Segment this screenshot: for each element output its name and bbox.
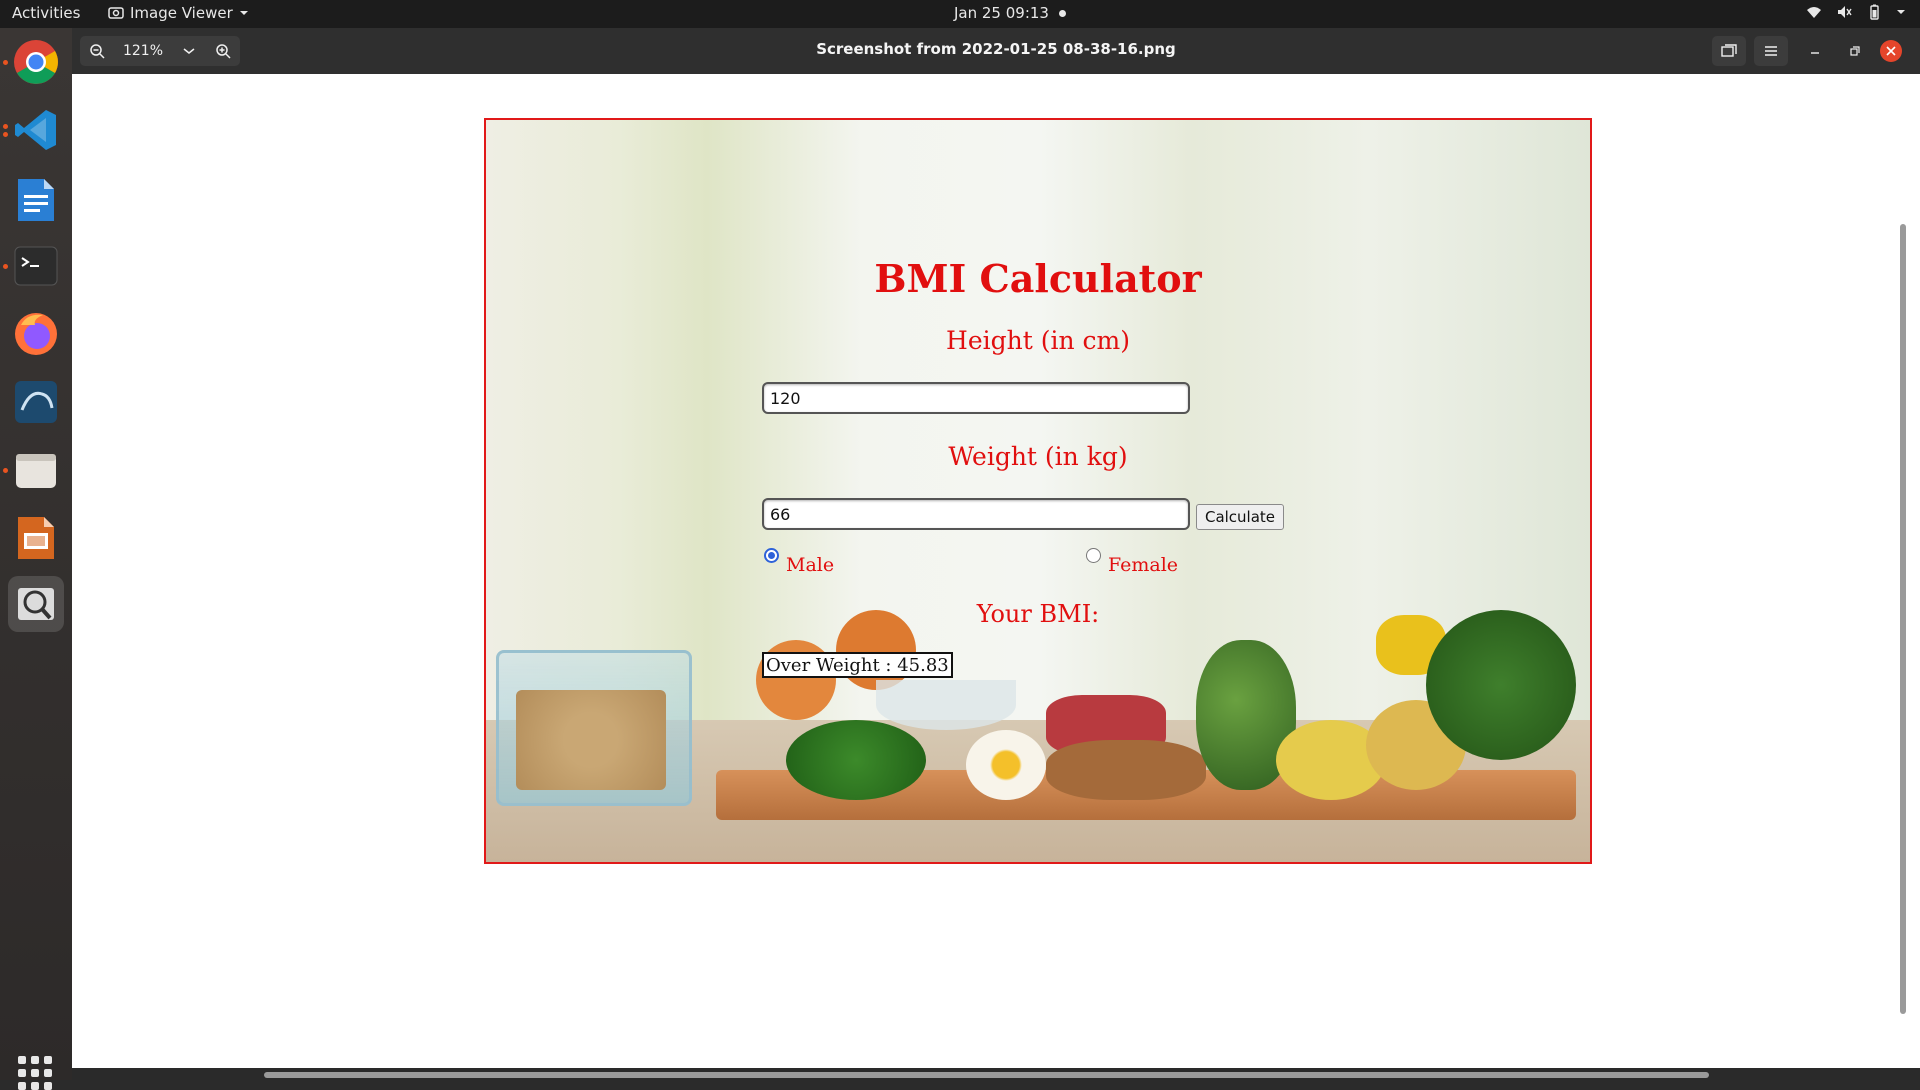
height-label: Height (in cm) bbox=[946, 326, 1130, 355]
image-canvas[interactable]: BMI Calculator Height (in cm) 120 Weight… bbox=[72, 74, 1908, 1080]
window-title: Screenshot from 2022-01-25 08-38-16.png bbox=[816, 40, 1176, 58]
dock-item-impress[interactable] bbox=[8, 510, 64, 566]
image-viewer-window: 121% Screenshot from 2022-01-25 08-38-16… bbox=[72, 28, 1920, 1080]
app-menu-label: Image Viewer bbox=[130, 4, 233, 22]
dock-item-image-viewer[interactable] bbox=[8, 576, 64, 632]
writer-icon bbox=[18, 179, 54, 221]
bmi-result: Over Weight : 45.83 bbox=[762, 652, 953, 678]
weight-input[interactable]: 66 bbox=[762, 498, 1190, 530]
minimize-button[interactable] bbox=[1802, 36, 1828, 66]
dock-item-mysql-workbench[interactable] bbox=[8, 374, 64, 430]
files-icon bbox=[16, 454, 56, 488]
system-tray[interactable] bbox=[1806, 4, 1906, 20]
chrome-icon bbox=[14, 40, 58, 84]
bmi-page: BMI Calculator Height (in cm) 120 Weight… bbox=[486, 120, 1590, 862]
male-radio[interactable] bbox=[764, 548, 779, 563]
clock-label: Jan 25 09:13 bbox=[954, 4, 1049, 22]
hamburger-menu-icon bbox=[1765, 46, 1777, 56]
maximize-button[interactable] bbox=[1842, 36, 1868, 66]
displayed-screenshot: BMI Calculator Height (in cm) 120 Weight… bbox=[484, 118, 1592, 864]
page-title: BMI Calculator bbox=[874, 256, 1202, 301]
dock-item-chrome[interactable] bbox=[8, 34, 64, 90]
app-menu[interactable]: Image Viewer bbox=[108, 4, 249, 22]
female-label: Female bbox=[1108, 554, 1179, 576]
top-bar: Activities Image Viewer Jan 25 09:13 bbox=[0, 0, 1920, 28]
close-icon bbox=[1886, 46, 1896, 56]
restore-icon bbox=[1850, 46, 1860, 56]
dock-item-terminal[interactable] bbox=[8, 238, 64, 294]
firefox-icon bbox=[15, 313, 57, 355]
notification-dot-icon bbox=[1058, 9, 1066, 17]
vscode-icon bbox=[15, 110, 56, 150]
show-applications-icon[interactable] bbox=[18, 1056, 52, 1090]
dock-item-vscode[interactable] bbox=[8, 102, 64, 158]
dock-item-firefox[interactable] bbox=[8, 306, 64, 362]
battery-icon bbox=[1870, 4, 1879, 20]
activities-button[interactable]: Activities bbox=[12, 4, 80, 22]
header-bar: 121% Screenshot from 2022-01-25 08-38-16… bbox=[72, 28, 1920, 74]
weight-label: Weight (in kg) bbox=[948, 442, 1128, 471]
chevron-down-icon bbox=[1897, 10, 1905, 14]
image-viewer-app-icon bbox=[108, 7, 124, 19]
wifi-icon bbox=[1807, 7, 1821, 18]
menu-button[interactable] bbox=[1754, 36, 1788, 66]
fullscreen-icon bbox=[1721, 44, 1737, 57]
close-button[interactable] bbox=[1880, 40, 1902, 62]
terminal-icon bbox=[14, 246, 58, 286]
dock bbox=[0, 28, 72, 1090]
clock[interactable]: Jan 25 09:13 bbox=[954, 4, 1066, 22]
image-viewer-icon bbox=[18, 588, 54, 620]
bmi-result-label: Your BMI: bbox=[976, 600, 1100, 628]
minimize-icon bbox=[1811, 52, 1819, 54]
dock-item-writer[interactable] bbox=[8, 172, 64, 228]
female-radio[interactable] bbox=[1086, 548, 1101, 563]
fullscreen-button[interactable] bbox=[1712, 36, 1746, 66]
mysql-workbench-icon bbox=[15, 381, 57, 423]
impress-icon bbox=[18, 517, 54, 559]
dock-item-files[interactable] bbox=[8, 442, 64, 498]
chevron-down-icon bbox=[239, 11, 248, 15]
calculate-button[interactable]: Calculate bbox=[1196, 504, 1284, 530]
vertical-scrollbar[interactable] bbox=[1900, 224, 1906, 1014]
height-input[interactable]: 120 bbox=[762, 382, 1190, 414]
horizontal-scrollbar[interactable] bbox=[264, 1072, 1709, 1078]
male-label: Male bbox=[786, 554, 835, 576]
volume-muted-icon bbox=[1838, 6, 1852, 18]
